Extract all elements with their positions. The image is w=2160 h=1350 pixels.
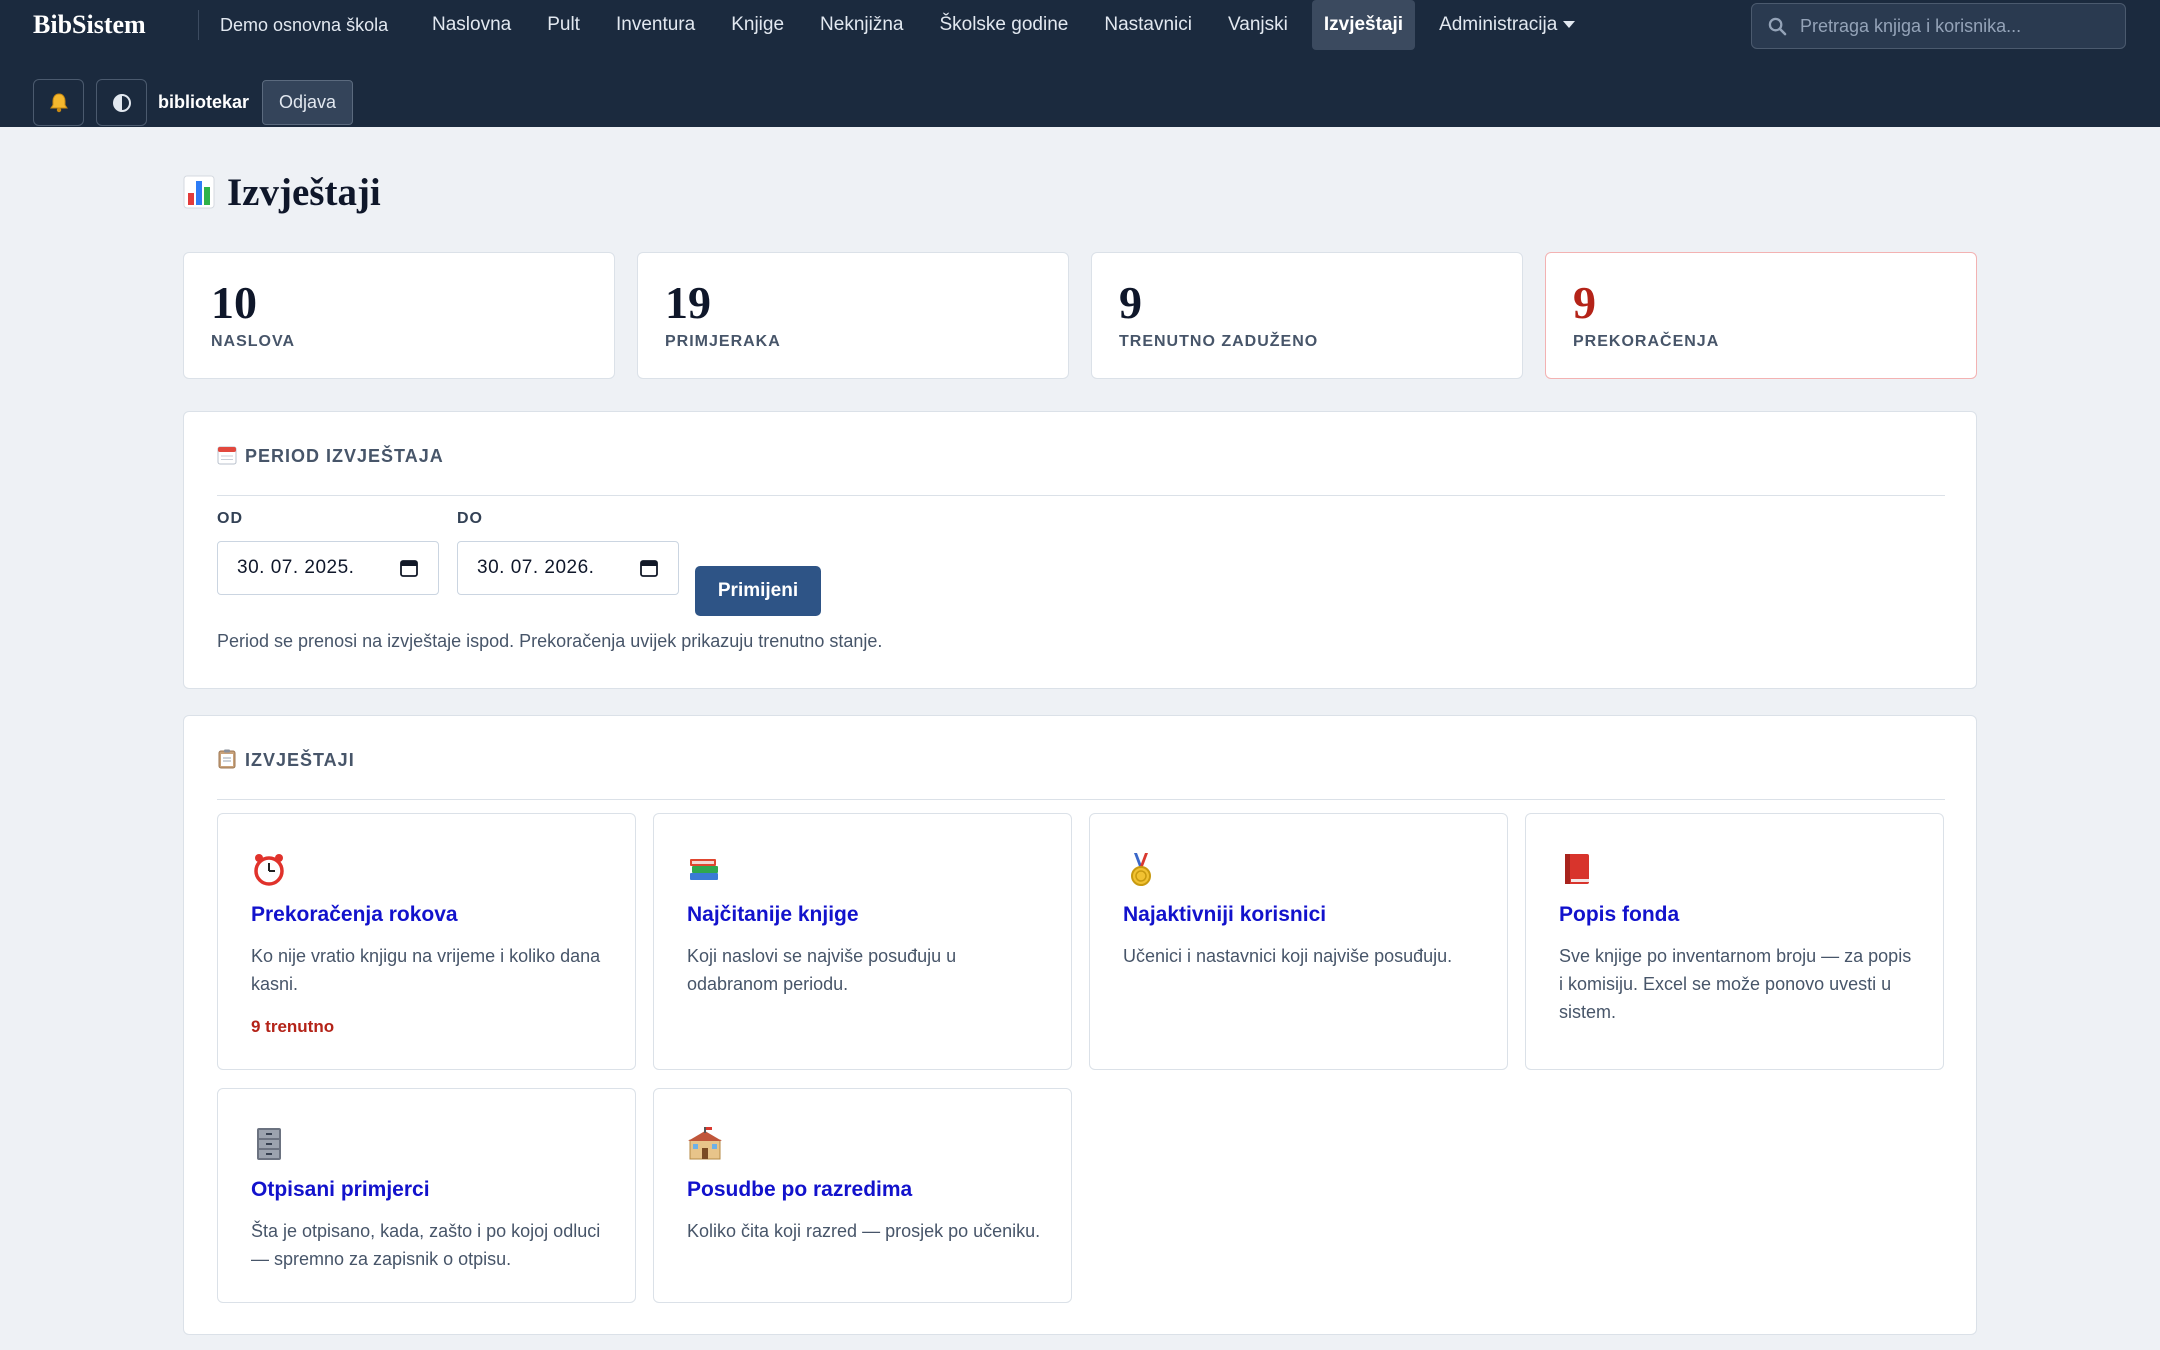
to-date-input[interactable]: 30. 07. 2026. <box>457 541 679 595</box>
stat-card-naslova: 10 NASLOVA <box>183 252 615 379</box>
caret-down-icon <box>1563 21 1576 29</box>
report-card-najcitanije[interactable]: Najčitanije knjige Koji naslovi se najvi… <box>653 813 1072 1070</box>
nav-item-inventura[interactable]: Inventura <box>604 0 707 50</box>
report-title[interactable]: Otpisani primjerci <box>251 1178 430 1202</box>
report-title[interactable]: Najčitanije knjige <box>687 903 859 927</box>
bar-chart-icon <box>183 175 215 209</box>
report-description: Koliko čita koji razred — prosjek po uče… <box>687 1221 1041 1241</box>
report-card-najaktivniji[interactable]: Najaktivniji korisnici Učenici i nastavn… <box>1089 813 1508 1070</box>
stat-label: TRENUTNO ZADUŽENO <box>1119 333 1319 350</box>
school-name: Demo osnovna škola <box>220 15 389 35</box>
period-panel-header: PERIOD IZVJEŠTAJA <box>217 444 1945 496</box>
report-description: Učenici i nastavnici koji najviše posuđu… <box>1123 946 1453 966</box>
report-card-prekoracenja[interactable]: Prekoračenja rokova Ko nije vratio knjig… <box>217 813 636 1070</box>
period-panel-title: PERIOD IZVJEŠTAJA <box>217 444 1945 468</box>
report-description: Sve knjige po inventarnom broju — za pop… <box>1559 946 1912 1022</box>
stat-label: PRIMJERAKA <box>665 333 781 350</box>
stat-label: NASLOVA <box>211 333 296 350</box>
top-navbar: BibSistem Demo osnovna škola Naslovna Pu… <box>0 0 2160 127</box>
nav-item-skolske-godine[interactable]: Školske godine <box>927 0 1080 50</box>
nav-item-izvjestaji[interactable]: Izvještaji <box>1311 0 1416 50</box>
report-description: Ko nije vratio knjigu na vrijeme i kolik… <box>251 946 601 994</box>
red-book-icon <box>1565 854 1589 884</box>
nav-item-nastavnici[interactable]: Nastavnici <box>1092 0 1204 50</box>
stat-value: 9 <box>1573 277 1596 328</box>
calendar-picker-icon[interactable] <box>640 559 658 577</box>
current-user: bibliotekar <box>158 92 250 112</box>
report-title[interactable]: Najaktivniji korisnici <box>1123 903 1326 927</box>
stat-value: 10 <box>211 277 257 328</box>
nav-item-knjige[interactable]: Knjige <box>719 0 796 50</box>
report-description: Šta je otpisano, kada, zašto i po kojoj … <box>251 1221 601 1269</box>
nav-item-vanjski[interactable]: Vanjski <box>1216 0 1300 50</box>
school-icon <box>688 1127 722 1160</box>
to-date-label: DO <box>457 510 483 527</box>
stat-card-primjeraka: 19 PRIMJERAKA <box>637 252 1069 379</box>
from-date-value: 30. 07. 2025. <box>237 557 355 578</box>
nav-item-administracija[interactable]: Administracija <box>1427 0 1587 50</box>
reports-panel-title: IZVJEŠTAJI <box>217 748 1945 772</box>
stat-label: PREKORAČENJA <box>1573 333 1720 350</box>
theme-toggle-button[interactable] <box>96 79 147 126</box>
nav-item-naslovna[interactable]: Naslovna <box>420 0 523 50</box>
stat-value: 9 <box>1119 277 1142 328</box>
report-description: Koji naslovi se najviše posuđuju u odabr… <box>687 946 957 994</box>
alarm-clock-icon <box>254 854 284 886</box>
main-nav: Naslovna Pult Inventura Knjige Neknjižna… <box>420 0 1599 50</box>
report-card-otpisani[interactable]: Otpisani primjerci Šta je otpisano, kada… <box>217 1088 636 1303</box>
period-title-text: PERIOD IZVJEŠTAJA <box>245 446 444 466</box>
reports-panel-header: IZVJEŠTAJI <box>217 748 1945 800</box>
calendar-picker-icon[interactable] <box>400 559 418 577</box>
medal-icon <box>1131 853 1151 886</box>
page-title: Izvještaji <box>183 165 381 221</box>
page-title-text: Izvještaji <box>227 171 381 214</box>
file-cabinet-icon <box>257 1128 281 1160</box>
report-card-posudbe-razredi[interactable]: Posudbe po razredima Koliko čita koji ra… <box>653 1088 1072 1303</box>
stat-value: 19 <box>665 277 711 328</box>
report-title[interactable]: Popis fonda <box>1559 903 1679 927</box>
to-date-value: 30. 07. 2026. <box>477 557 595 578</box>
clipboard-icon <box>218 749 236 769</box>
notifications-button[interactable] <box>33 79 84 126</box>
period-note: Period se prenosi na izvještaje ispod. P… <box>217 631 883 651</box>
nav-item-administracija-label: Administracija <box>1439 14 1558 35</box>
contrast-icon <box>112 93 131 112</box>
global-search <box>1751 3 2126 49</box>
overdue-count-badge: 9 trenutno <box>251 1017 335 1036</box>
calendar-icon <box>217 446 237 465</box>
reports-title-text: IZVJEŠTAJI <box>245 750 355 770</box>
stat-card-prekoracenja: 9 PREKORAČENJA <box>1545 252 1977 379</box>
nav-divider <box>198 10 199 40</box>
search-input[interactable] <box>1800 4 2120 48</box>
books-icon <box>690 859 718 880</box>
from-date-input[interactable]: 30. 07. 2025. <box>217 541 439 595</box>
report-card-popis-fonda[interactable]: Popis fonda Sve knjige po inventarnom br… <box>1525 813 1944 1070</box>
nav-item-pult[interactable]: Pult <box>535 0 592 50</box>
bell-icon <box>49 92 68 112</box>
apply-period-button[interactable]: Primijeni <box>695 566 821 616</box>
search-icon <box>1768 17 1787 36</box>
stat-card-trenutno-zaduzeno: 9 TRENUTNO ZADUŽENO <box>1091 252 1523 379</box>
nav-item-neknjizna[interactable]: Neknjižna <box>808 0 915 50</box>
brand-logo[interactable]: BibSistem <box>33 8 146 42</box>
from-date-label: OD <box>217 510 243 527</box>
report-title[interactable]: Posudbe po razredima <box>687 1178 912 1202</box>
logout-button[interactable]: Odjava <box>262 80 353 125</box>
report-title[interactable]: Prekoračenja rokova <box>251 903 458 927</box>
